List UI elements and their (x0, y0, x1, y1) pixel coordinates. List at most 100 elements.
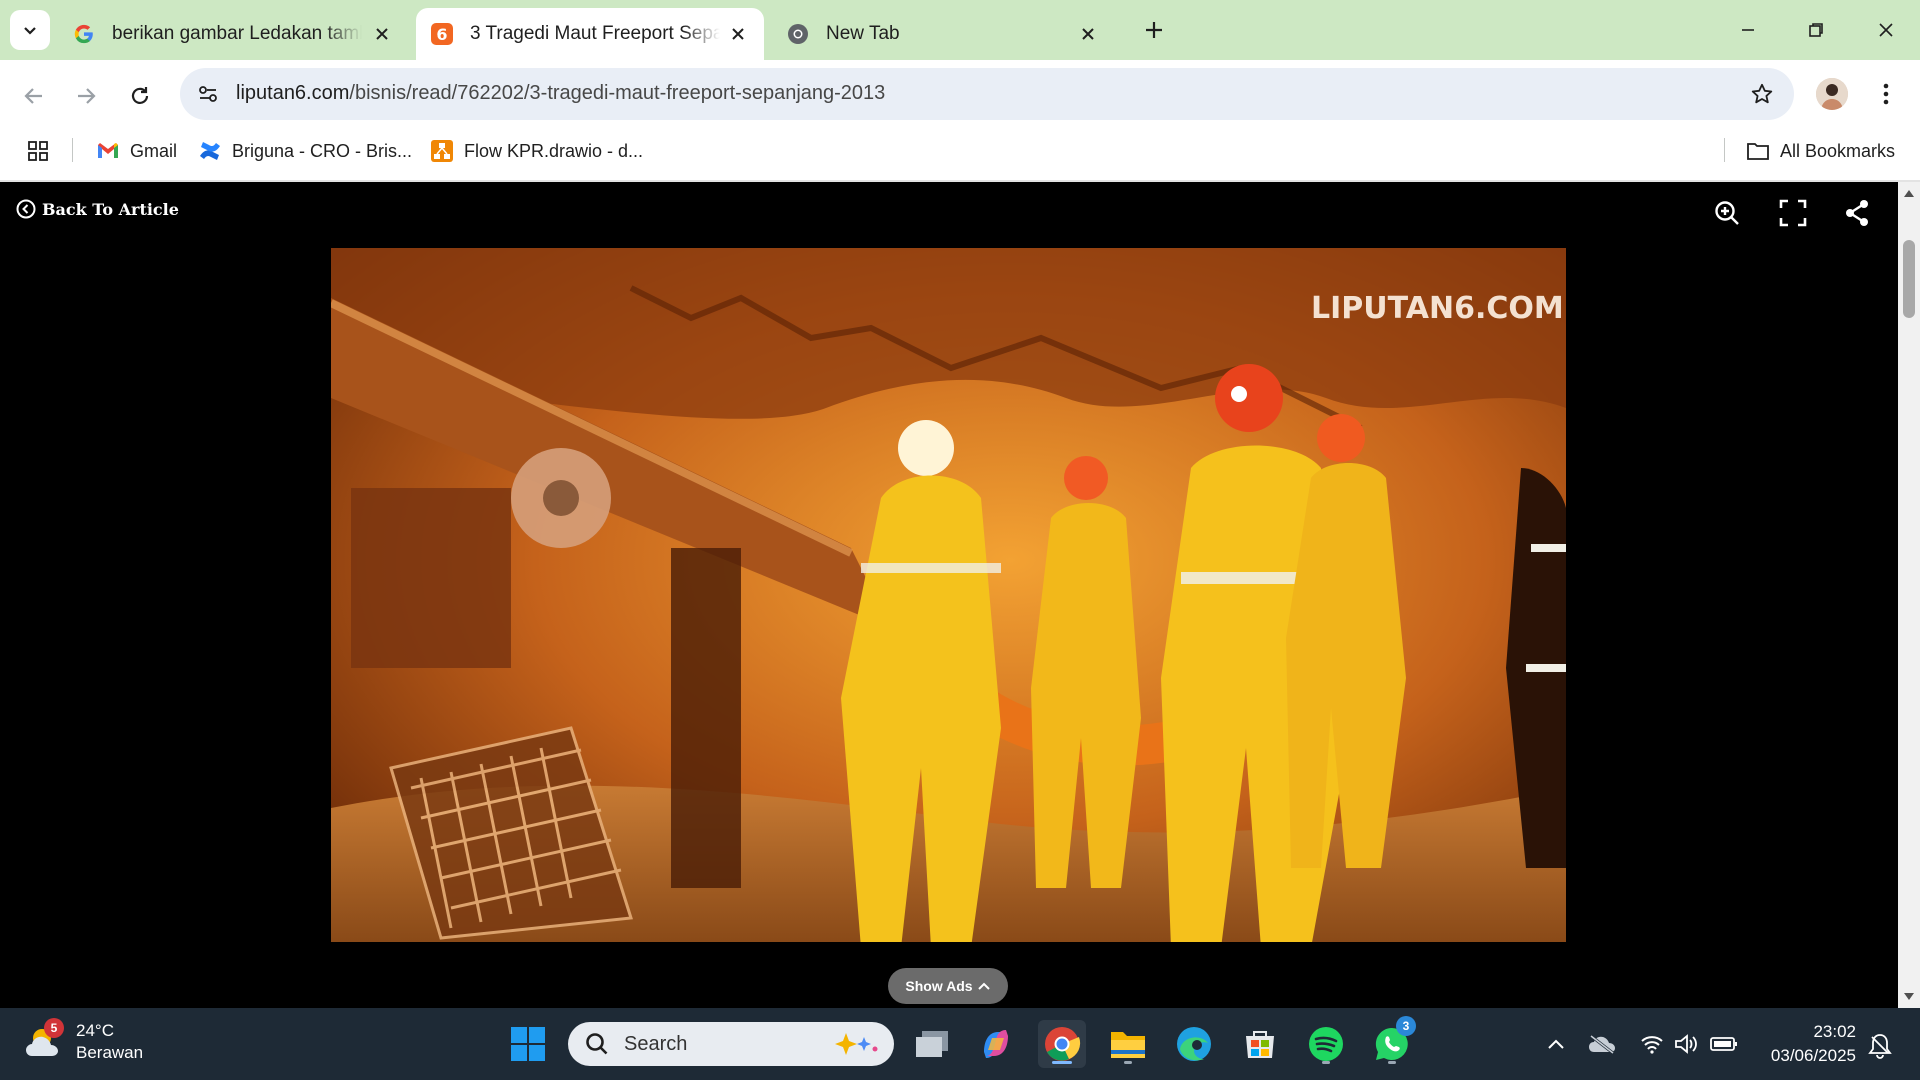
reload-icon (131, 87, 149, 104)
wifi-icon (1641, 1036, 1663, 1054)
task-view-button[interactable] (908, 1020, 956, 1068)
close-icon[interactable] (1076, 22, 1100, 46)
back-to-article-link[interactable]: Back To Article (16, 199, 179, 219)
close-icon (1879, 23, 1893, 37)
liputan6-watermark: LIPUTAN6.COM (1311, 291, 1564, 326)
battery-icon (1710, 1037, 1737, 1051)
edge-app[interactable] (1170, 1020, 1218, 1068)
show-hidden-icons-button[interactable] (1542, 1030, 1570, 1058)
tab-title: berikan gambar Ledakan tambang (112, 23, 362, 44)
bookmark-star-icon[interactable] (1748, 80, 1776, 108)
url-path: /bisnis/read/762202/3-tragedi-maut-freep… (349, 82, 886, 104)
battery-status[interactable] (1710, 1030, 1738, 1058)
tab-title: New Tab (826, 23, 900, 44)
whatsapp-app[interactable]: 3 (1368, 1016, 1416, 1068)
back-button[interactable] (14, 76, 54, 116)
address-bar[interactable]: liputan6.com/bisnis/read/762202/3-traged… (180, 68, 1794, 120)
browser-chrome: berikan gambar Ledakan tambang 6 3 Trage… (0, 0, 1920, 182)
tab-google-search[interactable]: berikan gambar Ledakan tambang (58, 8, 408, 60)
clock-date: 03/06/2025 (1770, 1046, 1856, 1065)
windows-logo-icon (511, 1027, 545, 1061)
zoom-in-icon (1715, 201, 1739, 225)
confluence-icon (198, 139, 222, 163)
kebab-menu-icon (1883, 83, 1889, 105)
edge-icon (1177, 1027, 1211, 1061)
bookmark-flow-kpr[interactable]: Flow KPR.drawio - d... (430, 136, 643, 166)
reload-button[interactable] (120, 76, 160, 116)
show-ads-button[interactable]: Show Ads (888, 968, 1008, 1004)
arrow-right-icon (78, 88, 96, 104)
onedrive-status[interactable] (1588, 1030, 1616, 1058)
share-button[interactable] (1840, 196, 1874, 230)
bookmark-gmail[interactable]: Gmail (96, 136, 177, 166)
notifications-button[interactable] (1866, 1032, 1894, 1060)
fullscreen-button[interactable] (1776, 196, 1810, 230)
microsoft-store-app[interactable] (1236, 1020, 1284, 1068)
spotify-icon (1309, 1027, 1343, 1061)
store-icon (1246, 1031, 1274, 1058)
start-button[interactable] (504, 1020, 552, 1068)
gmail-icon (96, 139, 120, 163)
page-scrollbar[interactable] (1898, 182, 1920, 1008)
all-bookmarks-button[interactable]: All Bookmarks (1746, 136, 1895, 166)
system-clock[interactable]: 23:02 03/06/2025 (1771, 1020, 1856, 1068)
zoom-in-button[interactable] (1710, 196, 1744, 230)
scrollbar-thumb[interactable] (1903, 240, 1915, 318)
arrow-left-icon (24, 88, 42, 104)
svg-text:LIPUTAN6.COM: LIPUTAN6.COM (1311, 291, 1564, 326)
scroll-down-icon[interactable] (1903, 992, 1915, 1002)
weather-widget[interactable]: 5 24°C Berawan (24, 1018, 143, 1064)
bookmarks-separator (72, 138, 73, 162)
restore-icon (1809, 23, 1823, 37)
tab-search-button[interactable] (10, 10, 50, 50)
menu-button[interactable] (1872, 78, 1900, 110)
chevron-up-icon (977, 982, 990, 990)
wifi-status[interactable] (1638, 1030, 1666, 1058)
bookmark-label: Gmail (130, 140, 178, 161)
active-indicator (1052, 1061, 1072, 1064)
volume-status[interactable] (1672, 1030, 1700, 1058)
bookmark-label: Flow KPR.drawio - d... (464, 140, 644, 161)
whatsapp-badge: 3 (1396, 1016, 1416, 1036)
tab-liputan6[interactable]: 6 3 Tragedi Maut Freeport Sepanjang (416, 8, 764, 60)
minimize-button[interactable] (1718, 8, 1778, 52)
notification-bell-icon (1868, 1034, 1892, 1059)
running-indicator (1388, 1061, 1396, 1064)
mine-rescue-scene: LIPUTAN6.COM (331, 248, 1566, 942)
windows-taskbar: 5 24°C Berawan Search 3 23:02 03/06/2025 (0, 1008, 1920, 1080)
spotify-app[interactable] (1302, 1020, 1350, 1068)
cloud-offline-icon (1589, 1034, 1615, 1054)
bookmark-briguna[interactable]: Briguna - CRO - Bris... (198, 136, 412, 166)
share-icon (1846, 200, 1868, 226)
task-view-icon (916, 1031, 948, 1057)
back-to-article-label: Back To Article (42, 199, 179, 219)
chrome-app[interactable] (1038, 1020, 1086, 1068)
folder-icon (1111, 1032, 1145, 1058)
profile-avatar[interactable] (1816, 78, 1848, 110)
fullscreen-icon (1779, 199, 1807, 227)
close-icon[interactable] (370, 22, 394, 46)
scroll-up-icon[interactable] (1903, 188, 1915, 198)
copilot-app[interactable] (972, 1020, 1020, 1068)
chevron-left-circle-icon (16, 199, 36, 219)
forward-button[interactable] (66, 76, 106, 116)
search-placeholder: Search (624, 1032, 688, 1055)
restore-button[interactable] (1786, 8, 1846, 52)
minimize-icon (1742, 29, 1754, 31)
site-info-icon[interactable] (192, 78, 224, 110)
tab-new-tab[interactable]: New Tab (772, 8, 1114, 60)
apps-button[interactable] (26, 136, 60, 166)
close-icon[interactable] (726, 22, 750, 46)
url-text[interactable]: liputan6.com/bisnis/read/762202/3-traged… (236, 82, 885, 105)
taskbar-search[interactable]: Search (568, 1022, 894, 1066)
article-photo[interactable]: LIPUTAN6.COM (331, 248, 1566, 942)
file-explorer-app[interactable] (1104, 1020, 1152, 1068)
photo-viewer: Back To Article LIPUTAN6.COM Show Ads (0, 182, 1898, 1008)
weather-badge: 5 (44, 1018, 64, 1038)
all-bookmarks-label: All Bookmarks (1780, 140, 1896, 161)
new-tab-button[interactable] (1138, 14, 1170, 46)
running-indicator (1322, 1061, 1330, 1064)
close-window-button[interactable] (1856, 8, 1916, 52)
chrome-icon (1045, 1027, 1081, 1061)
chevron-down-icon (24, 27, 36, 35)
